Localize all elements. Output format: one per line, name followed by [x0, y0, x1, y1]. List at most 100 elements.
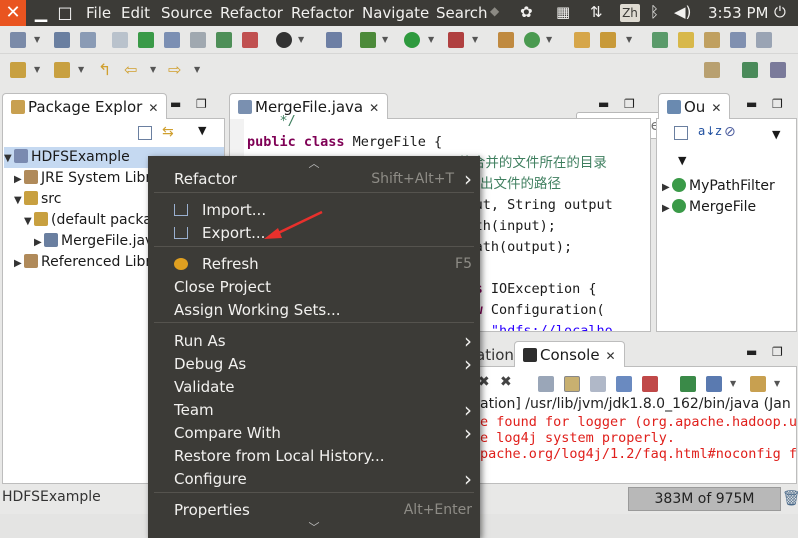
maximize-view-icon[interactable]: ❐ — [772, 97, 783, 111]
menu-item-validate[interactable]: Validate — [148, 376, 480, 399]
minimize-view-icon[interactable]: ▬ — [746, 345, 757, 359]
menu-scroll-down-icon[interactable]: ﹀ — [148, 522, 480, 534]
menu-item-refresh[interactable]: Refresh F5 — [148, 253, 480, 276]
open-perspective-icon[interactable] — [704, 62, 720, 78]
collapse-all-icon[interactable] — [674, 126, 688, 140]
window-close-button[interactable]: ✕ — [0, 0, 26, 26]
menu-refactor-2[interactable]: Refactor — [291, 4, 354, 22]
hide-fields-icon[interactable]: ⊘ — [724, 124, 736, 140]
expand-triangle-icon[interactable]: ▶ — [14, 253, 24, 274]
menu-edit[interactable]: Edit — [121, 4, 150, 22]
menu-item-assign-working-sets[interactable]: Assign Working Sets... — [148, 299, 480, 322]
heap-status[interactable]: 383M of 975M — [628, 487, 781, 511]
volume-icon[interactable]: ◀) — [674, 3, 691, 21]
link-with-editor-icon[interactable]: ⇆ — [162, 124, 174, 140]
view-menu-icon[interactable]: ▼ — [772, 128, 780, 141]
mode-dropdown-icon[interactable]: ▼ — [298, 35, 304, 44]
annotation-icon[interactable] — [704, 32, 720, 48]
minimize-view-icon[interactable]: ▬ — [170, 97, 181, 111]
outline-menu-icon[interactable]: ▼ — [678, 154, 686, 167]
save-all-icon[interactable] — [80, 32, 96, 48]
console-output[interactable]: e found for logger (org.apache.hadoop.u e… — [480, 414, 796, 462]
maximize-view-icon[interactable]: ❐ — [196, 97, 207, 111]
java-ee-perspective-icon[interactable] — [742, 62, 758, 78]
menu-item-debug-as[interactable]: Debug As › — [148, 353, 480, 376]
new-icon[interactable] — [10, 32, 26, 48]
external-tools-icon[interactable] — [448, 32, 464, 48]
close-icon[interactable]: ✕ — [148, 101, 158, 115]
breadcrumb-icon[interactable] — [138, 32, 154, 48]
menu-item-close-project[interactable]: Close Project — [148, 276, 480, 299]
outline-item[interactable]: ▶ MyPathFilter — [662, 176, 775, 197]
open-task-dropdown-icon[interactable]: ▼ — [626, 35, 632, 44]
menu-navigate[interactable]: Navigate — [362, 4, 429, 22]
sort-icon[interactable]: a↓z — [698, 124, 722, 138]
package-explorer-tab[interactable]: Package Explor ✕ — [2, 93, 168, 119]
expand-triangle-icon[interactable]: ▶ — [662, 177, 672, 198]
server-icon[interactable] — [242, 32, 258, 48]
paste-icon[interactable] — [730, 32, 746, 48]
collapse-triangle-icon[interactable]: ▼ — [4, 148, 14, 169]
search-icon[interactable] — [652, 32, 668, 48]
garbage-collect-icon[interactable]: 🗑 — [782, 489, 798, 507]
pin-console-icon[interactable] — [680, 376, 696, 392]
external-tools-dropdown-icon[interactable]: ▼ — [472, 35, 478, 44]
menu-item-properties[interactable]: Properties Alt+Enter — [148, 499, 480, 522]
highlight-icon[interactable] — [678, 32, 694, 48]
clock[interactable]: 3:53 PM — [708, 4, 768, 22]
minimize-view-icon[interactable]: ▬ — [746, 97, 757, 111]
outline-tab[interactable]: Ou ✕ — [658, 93, 731, 119]
scroll-lock-icon[interactable] — [564, 376, 580, 392]
word-wrap-icon[interactable] — [590, 376, 606, 392]
clear-console-icon[interactable] — [538, 376, 554, 392]
window-maximize-button[interactable]: □ — [54, 3, 76, 23]
java-perspective-icon[interactable] — [770, 62, 786, 78]
mode-icon[interactable] — [276, 32, 292, 48]
console-tab[interactable]: Console ✕ — [514, 341, 625, 367]
menu-overflow-icon[interactable]: ◆ — [490, 4, 499, 18]
menu-item-restore-from-local-history[interactable]: Restore from Local History... — [148, 445, 480, 468]
close-icon[interactable]: ✕ — [606, 349, 616, 363]
expand-triangle-icon[interactable]: ▶ — [34, 232, 44, 253]
whitespace-icon[interactable] — [190, 32, 206, 48]
window-minimize-button[interactable]: ▁ — [30, 3, 52, 23]
new-class-icon[interactable] — [524, 32, 540, 48]
maximize-view-icon[interactable]: ❐ — [624, 97, 635, 111]
show-on-output-icon[interactable] — [616, 376, 632, 392]
open-console-dropdown-icon[interactable]: ▼ — [774, 379, 780, 388]
new-class-dropdown-icon[interactable]: ▼ — [546, 35, 552, 44]
toggle-mark-icon[interactable] — [112, 32, 128, 48]
menu-search[interactable]: Search — [436, 4, 488, 22]
debug-dropdown-icon[interactable]: ▼ — [382, 35, 388, 44]
back-dropdown-icon[interactable]: ▼ — [150, 65, 156, 74]
maximize-view-icon[interactable]: ❐ — [772, 345, 783, 359]
run-icon[interactable] — [404, 32, 420, 48]
menu-source[interactable]: Source — [161, 4, 213, 22]
open-task-icon[interactable] — [600, 32, 616, 48]
collapse-triangle-icon[interactable]: ▼ — [24, 211, 34, 232]
back-icon[interactable]: ⇦ — [124, 60, 137, 79]
bluetooth-icon[interactable]: ᛒ — [650, 3, 659, 21]
forward-dropdown-icon[interactable]: ▼ — [194, 65, 200, 74]
display-console-icon[interactable] — [706, 376, 722, 392]
menu-refactor[interactable]: Refactor — [220, 4, 283, 22]
save-icon[interactable] — [54, 32, 70, 48]
show-on-error-icon[interactable] — [642, 376, 658, 392]
network-icon[interactable]: ⇅ — [590, 3, 603, 21]
next-annotation-dropdown-icon[interactable]: ▼ — [34, 65, 40, 74]
collapse-all-icon[interactable] — [138, 126, 152, 140]
open-console-icon[interactable] — [750, 376, 766, 392]
last-edit-icon[interactable]: ↰ — [98, 60, 111, 79]
debug-icon[interactable] — [360, 32, 376, 48]
collapse-triangle-icon[interactable]: ▼ — [14, 190, 24, 211]
outline-item[interactable]: ▶ MergeFile — [662, 197, 756, 218]
publish-icon[interactable] — [216, 32, 232, 48]
previous-annotation-dropdown-icon[interactable]: ▼ — [78, 65, 84, 74]
menu-item-refactor[interactable]: Refactor Shift+Alt+T › — [148, 168, 480, 191]
new-java-project-icon[interactable] — [498, 32, 514, 48]
display-console-dropdown-icon[interactable]: ▼ — [730, 379, 736, 388]
menu-item-compare-with[interactable]: Compare With › — [148, 422, 480, 445]
previous-annotation-icon[interactable] — [54, 62, 70, 78]
expand-triangle-icon[interactable]: ▶ — [662, 198, 672, 219]
menu-item-team[interactable]: Team › — [148, 399, 480, 422]
